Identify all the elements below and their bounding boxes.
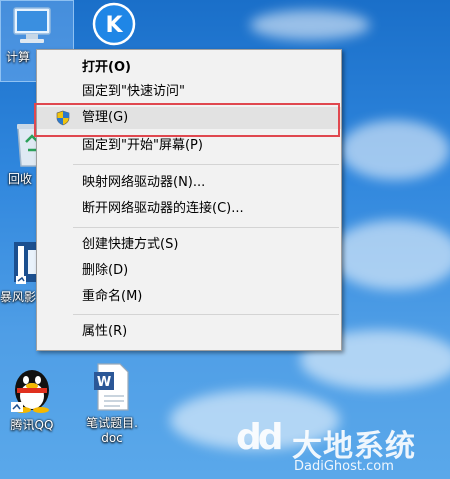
menu-separator <box>73 314 339 315</box>
desktop-icon-kugou[interactable]: K <box>82 2 146 50</box>
menu-item-label: 删除(D) <box>82 263 129 278</box>
menu-item-map-network-drive[interactable]: 映射网络驱动器(N)... <box>37 172 341 194</box>
menu-item-disconnect-network-drive[interactable]: 断开网络驱动器的连接(C)... <box>37 198 341 220</box>
menu-item-label: 固定到"开始"屏幕(P) <box>82 138 203 153</box>
menu-item-manage[interactable]: 管理(G) <box>37 107 341 129</box>
menu-item-rename[interactable]: 重命名(M) <box>37 286 341 308</box>
desktop-icon-word-doc[interactable]: W 笔试题目. doc <box>80 362 144 446</box>
watermark-text-en: DadiGhost.com <box>294 459 394 474</box>
desktop-icon-qq[interactable]: 腾讯QQ <box>0 362 64 433</box>
context-menu: 打开(O) 固定到"快速访问" 管理(G) 固定到"开始"屏幕(P) 映射网络驱… <box>36 49 342 351</box>
cloud <box>340 120 450 180</box>
menu-item-pin-start[interactable]: 固定到"开始"屏幕(P) <box>37 135 341 157</box>
menu-item-properties[interactable]: 属性(R) <box>37 321 341 343</box>
cloud <box>250 10 370 40</box>
menu-item-label: 创建快捷方式(S) <box>82 237 179 252</box>
menu-item-pin-quick-access[interactable]: 固定到"快速访问" <box>37 81 341 103</box>
menu-separator <box>73 164 339 165</box>
word-document-icon: W <box>92 362 132 412</box>
menu-item-label: 断开网络驱动器的连接(C)... <box>82 201 244 216</box>
menu-item-open[interactable]: 打开(O) <box>37 57 341 79</box>
desktop-icon-label: 腾讯QQ <box>10 418 54 432</box>
qq-penguin-icon <box>9 362 55 414</box>
uac-shield-icon <box>55 110 71 126</box>
menu-item-label: 重命名(M) <box>82 289 143 304</box>
menu-item-label: 打开(O) <box>82 60 131 75</box>
watermark-logo: dd <box>236 417 284 458</box>
cloud <box>330 220 450 290</box>
computer-icon <box>10 6 54 46</box>
menu-item-label: 映射网络驱动器(N)... <box>82 175 206 190</box>
menu-item-label: 固定到"快速访问" <box>82 84 185 99</box>
kugou-icon: K <box>92 2 136 46</box>
menu-item-delete[interactable]: 删除(D) <box>37 260 341 282</box>
menu-separator <box>73 227 339 228</box>
menu-item-create-shortcut[interactable]: 创建快捷方式(S) <box>37 234 341 256</box>
desktop-icon-label: 笔试题目. doc <box>86 416 138 445</box>
svg-text:W: W <box>97 375 111 390</box>
menu-item-label: 管理(G) <box>82 110 129 125</box>
menu-item-label: 属性(R) <box>82 324 128 339</box>
kugou-letter: K <box>105 13 123 38</box>
